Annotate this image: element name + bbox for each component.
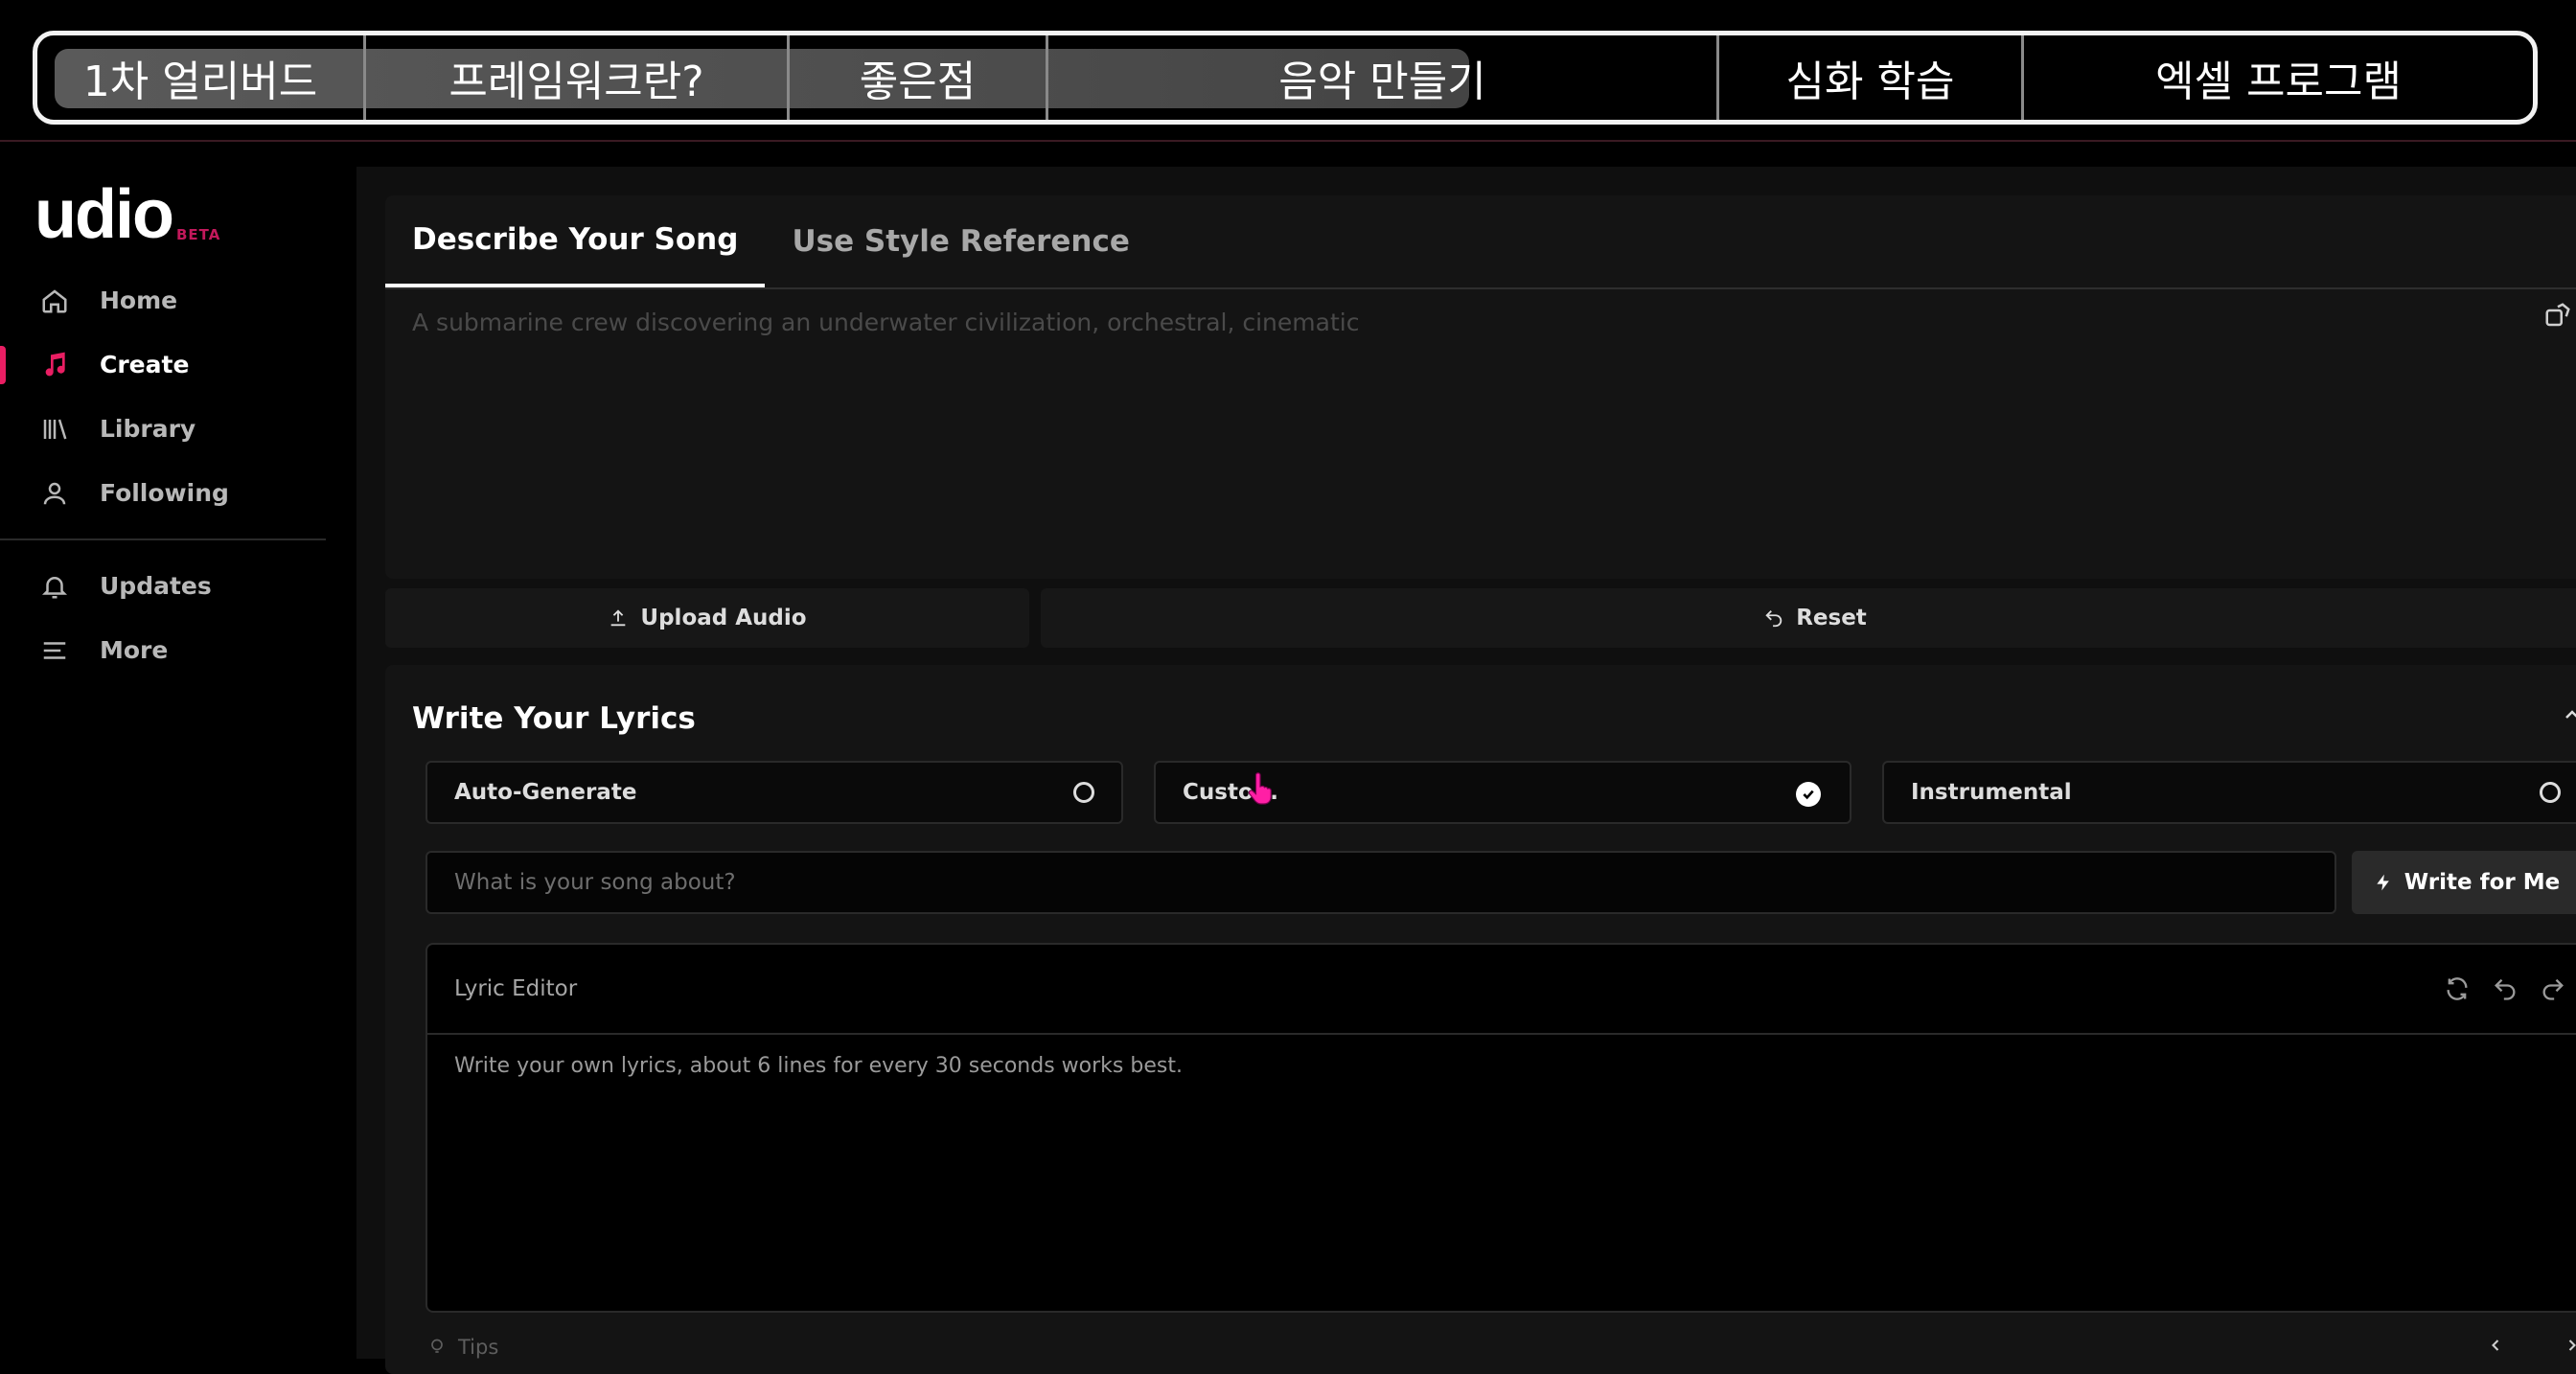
create-main-panel: Describe Your Song Use Style Reference A… — [356, 167, 2576, 1374]
redo-icon[interactable] — [2540, 975, 2566, 1002]
logo-wordmark: udio — [34, 176, 174, 253]
composer-tabs: Describe Your Song Use Style Reference — [385, 195, 2576, 289]
chapter-segment[interactable]: 프레임워크란? — [363, 35, 787, 120]
lyrics-title: Write Your Lyrics — [412, 701, 696, 736]
sidebar-item-library[interactable]: Library — [0, 397, 326, 461]
tab-describe-your-song[interactable]: Describe Your Song — [385, 195, 766, 287]
radio-unchecked-icon — [2540, 782, 2561, 803]
sidebar-item-following[interactable]: Following — [0, 461, 326, 525]
lyric-editor-tools — [2444, 975, 2566, 1002]
chapter-label: 좋은점 — [859, 57, 977, 106]
upload-audio-label: Upload Audio — [640, 606, 807, 630]
sidebar: udio BETA Home Create Library Following … — [0, 144, 355, 1359]
chapter-label: 1차 얼리버드 — [82, 57, 318, 106]
sidebar-item-updates[interactable]: Updates — [0, 554, 326, 618]
udio-logo[interactable]: udio BETA — [34, 180, 220, 249]
lyrics-panel: Write Your Lyrics Auto-Generate Custo...… — [385, 665, 2576, 1374]
chapter-segment[interactable]: 엑셀 프로그램 — [2021, 35, 2533, 120]
chapter-segment[interactable]: 1차 얼리버드 — [37, 35, 363, 120]
chapter-label: 심화 학습 — [1785, 57, 1955, 106]
dice-icon[interactable] — [2543, 301, 2572, 333]
upload-audio-button[interactable]: Upload Audio — [385, 588, 1029, 648]
tips-label: Tips — [458, 1336, 499, 1359]
sidebar-item-home[interactable]: Home — [0, 268, 326, 332]
chapter-segment[interactable]: 심화 학습 — [1716, 35, 2021, 120]
tips-row[interactable]: Tips — [427, 1336, 498, 1359]
overlay-divider — [0, 140, 2576, 142]
write-for-me-button[interactable]: Write for Me — [2352, 851, 2576, 914]
beta-badge: BETA — [175, 226, 221, 243]
sidebar-item-create[interactable]: Create — [0, 332, 326, 397]
lyric-editor-title: Lyric Editor — [454, 976, 578, 1001]
lyrics-option-auto-generate[interactable]: Auto-Generate — [426, 761, 1123, 824]
music-note-icon — [38, 349, 71, 381]
lyric-editor-header: Lyric Editor — [427, 945, 2576, 1035]
chevron-left-icon[interactable] — [2486, 1336, 2505, 1355]
home-icon — [38, 285, 71, 317]
chapter-label: 음악 만들기 — [1278, 57, 1486, 106]
sidebar-item-label: Home — [100, 286, 178, 314]
tab-label: Describe Your Song — [412, 222, 739, 257]
lyric-editor: Lyric Editor Write your own lyrics, abou… — [426, 943, 2576, 1313]
reset-label: Reset — [1796, 606, 1867, 630]
chapter-segment[interactable]: 음악 만들기 — [1046, 35, 1716, 120]
lightning-icon — [2377, 874, 2389, 891]
composer-actions: Upload Audio Reset — [385, 588, 2576, 648]
chevron-right-icon[interactable] — [2563, 1336, 2576, 1355]
lyrics-option-instrumental[interactable]: Instrumental — [1882, 761, 2576, 824]
option-label: Instrumental — [1911, 780, 2072, 805]
sidebar-item-more[interactable]: More — [0, 618, 326, 682]
lyric-editor-placeholder: Write your own lyrics, about 6 lines for… — [454, 1054, 1183, 1078]
sidebar-item-label: Following — [100, 479, 229, 507]
library-icon — [38, 413, 71, 446]
check-circle-icon — [1796, 782, 1821, 807]
sidebar-nav: Home Create Library Following Updates Mo… — [0, 268, 326, 682]
song-about-placeholder: What is your song about? — [454, 870, 736, 895]
chapter-label: 프레임워크란? — [448, 57, 704, 106]
radio-unchecked-icon — [1073, 782, 1094, 803]
song-about-input[interactable]: What is your song about? — [426, 851, 2336, 914]
reset-button[interactable]: Reset — [1041, 588, 2576, 648]
hand-pointer-icon — [1246, 772, 1275, 811]
sidebar-item-label: Library — [100, 415, 196, 443]
chapter-progress-nav: 1차 얼리버드 프레임워크란? 좋은점 음악 만들기 심화 학습 엑셀 프로그램 — [33, 31, 2538, 125]
menu-icon — [38, 634, 71, 667]
tab-use-style-reference[interactable]: Use Style Reference — [765, 195, 1156, 287]
lyric-editor-textarea[interactable]: Write your own lyrics, about 6 lines for… — [427, 1035, 2576, 1097]
lightbulb-icon — [431, 1339, 443, 1353]
sidebar-item-label: More — [100, 636, 169, 664]
sidebar-divider — [0, 538, 326, 540]
sidebar-item-label: Updates — [100, 572, 212, 600]
song-prompt-input[interactable]: A submarine crew discovering an underwat… — [412, 309, 1359, 336]
chapter-label: 엑셀 프로그램 — [2155, 57, 2402, 106]
bell-icon — [38, 570, 71, 603]
user-icon — [38, 477, 71, 510]
option-label: Auto-Generate — [454, 780, 637, 805]
write-for-me-label: Write for Me — [2404, 870, 2561, 895]
tips-navigation — [2486, 1336, 2576, 1355]
chevron-up-icon[interactable] — [2561, 703, 2576, 730]
sidebar-item-label: Create — [100, 351, 190, 378]
refresh-icon[interactable] — [2444, 975, 2471, 1002]
chapter-segment[interactable]: 좋은점 — [787, 35, 1046, 120]
undo-icon — [1765, 610, 1782, 628]
undo-icon[interactable] — [2492, 975, 2518, 1002]
tab-label: Use Style Reference — [792, 224, 1130, 259]
upload-icon — [611, 609, 626, 627]
